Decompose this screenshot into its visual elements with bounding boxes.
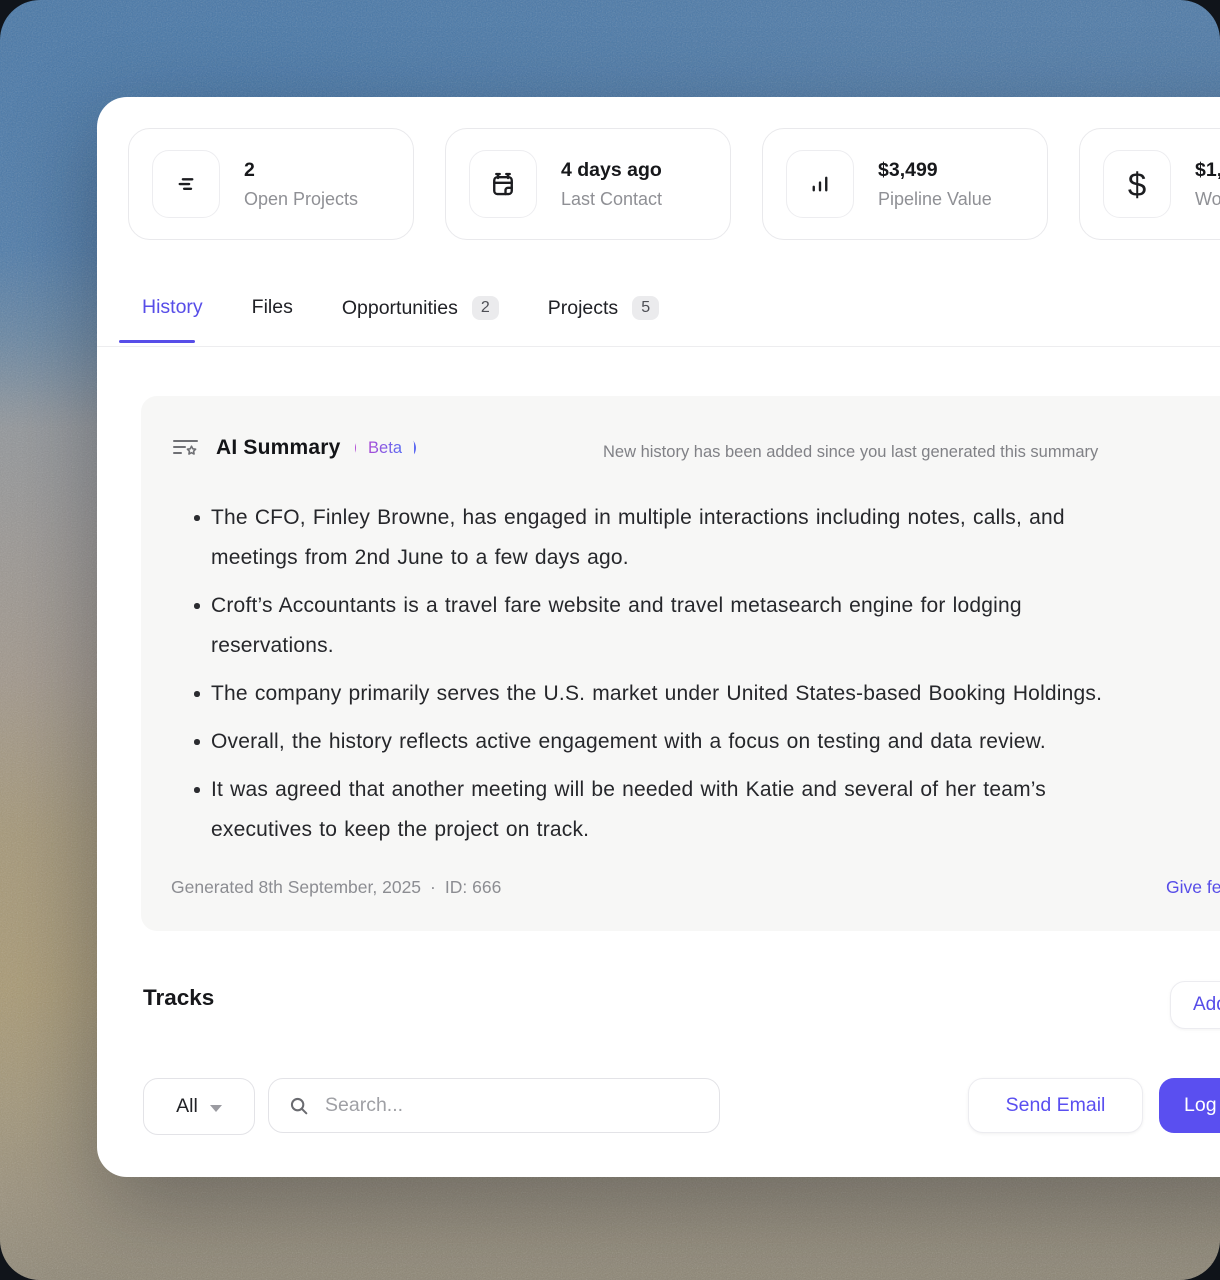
- ai-summary-header: AI Summary Beta: [172, 436, 416, 460]
- stat-value: $3,499: [878, 159, 992, 182]
- stat-label: Open Projects: [244, 189, 358, 210]
- tab-label: History: [142, 296, 203, 319]
- bar-chart-icon: [786, 150, 854, 218]
- stat-value: 4 days ago: [561, 159, 662, 182]
- chevron-down-icon: [210, 1105, 222, 1112]
- filter-selected-value: All: [176, 1095, 198, 1118]
- ai-summary-stale-notice: New history has been added since you las…: [603, 443, 1098, 462]
- tab-label: Projects: [548, 297, 618, 320]
- tabbar-divider: [97, 346, 1220, 347]
- dollar-icon: $: [1103, 150, 1171, 218]
- stat-card-last-contact[interactable]: 4 days ago Last Contact: [445, 128, 731, 240]
- tracks-filter-select[interactable]: All: [143, 1078, 255, 1135]
- tab-projects[interactable]: Projects 5: [548, 296, 659, 344]
- stat-label: Won Value: [1195, 189, 1220, 210]
- tab-label: Files: [252, 296, 293, 319]
- main-panel: 2 Open Projects 4 days ago Last Contact: [97, 97, 1220, 1177]
- ai-summary-card: AI Summary Beta New history has been add…: [141, 396, 1220, 931]
- log-activity-button[interactable]: Log Activity: [1159, 1078, 1220, 1133]
- ai-summary-bullet: It was agreed that another meeting will …: [141, 770, 1220, 850]
- tab-opportunities[interactable]: Opportunities 2: [342, 296, 499, 344]
- tab-history[interactable]: History: [142, 296, 203, 343]
- stat-label: Last Contact: [561, 189, 662, 210]
- search-icon: [288, 1095, 310, 1117]
- ai-summary-bullet: The CFO, Finley Browne, has engaged in m…: [141, 498, 1220, 578]
- beta-badge-label: Beta: [368, 439, 402, 457]
- add-track-button[interactable]: Add Track: [1170, 981, 1220, 1029]
- tab-files[interactable]: Files: [252, 296, 293, 343]
- tab-bar: History Files Opportunities 2 Projects 5: [142, 296, 659, 344]
- ai-summary-bullet: Overall, the history reflects active eng…: [141, 722, 1220, 762]
- generated-date-text: Generated 8th September, 2025: [171, 877, 421, 898]
- summary-id-text: ID: 666: [445, 877, 501, 898]
- ai-summary-bullet-list: The CFO, Finley Browne, has engaged in m…: [141, 498, 1220, 858]
- give-feedback-link[interactable]: Give feedback: [1166, 877, 1220, 898]
- stat-value: 2: [244, 159, 358, 182]
- tracks-section-title: Tracks: [143, 985, 214, 1011]
- stat-card-pipeline-value[interactable]: $3,499 Pipeline Value: [762, 128, 1048, 240]
- stat-card-won-value[interactable]: $ $1,500 Won Value: [1079, 128, 1220, 240]
- ai-summary-lines-star-icon: [172, 436, 200, 460]
- calendar-icon: [469, 150, 537, 218]
- send-email-button[interactable]: Send Email: [968, 1078, 1143, 1133]
- stat-cards-row: 2 Open Projects 4 days ago Last Contact: [128, 128, 1220, 240]
- stat-value: $1,500: [1195, 159, 1220, 182]
- opportunities-count-badge: 2: [472, 296, 499, 320]
- filter-lines-icon: [152, 150, 220, 218]
- stat-card-open-projects[interactable]: 2 Open Projects: [128, 128, 414, 240]
- tracks-search-box: [268, 1078, 720, 1133]
- tab-label: Opportunities: [342, 297, 458, 320]
- ai-summary-bullet: The company primarily serves the U.S. ma…: [141, 674, 1220, 714]
- ai-summary-bullet: Croft’s Accountants is a travel fare web…: [141, 586, 1220, 666]
- beta-badge: Beta: [355, 437, 416, 459]
- projects-count-badge: 5: [632, 296, 659, 320]
- footer-separator: ·: [430, 877, 436, 898]
- search-input[interactable]: [323, 1093, 700, 1118]
- ai-summary-footer: Generated 8th September, 2025 · ID: 666: [171, 877, 501, 898]
- stat-label: Pipeline Value: [878, 189, 992, 210]
- ai-summary-title: AI Summary: [216, 436, 341, 460]
